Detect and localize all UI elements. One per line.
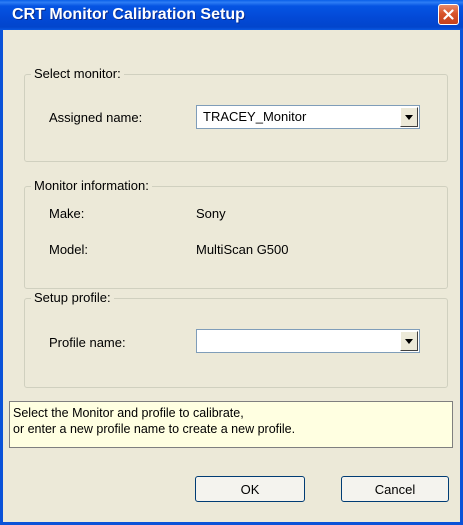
monitor-information-group: Monitor information: bbox=[24, 178, 448, 289]
dialog-window: CRT Monitor Calibration Setup Select mon… bbox=[0, 0, 463, 525]
dialog-body: Select monitor: Assigned name: TRACEY_Mo… bbox=[3, 30, 460, 522]
assigned-name-label: Assigned name: bbox=[49, 110, 143, 125]
profile-name-dropdown[interactable] bbox=[196, 329, 420, 353]
cancel-button[interactable]: Cancel bbox=[341, 476, 449, 502]
hint-line-2: or enter a new profile name to create a … bbox=[13, 422, 296, 436]
profile-name-label: Profile name: bbox=[49, 335, 126, 350]
hint-box: Select the Monitor and profile to calibr… bbox=[9, 401, 453, 448]
assigned-name-value: TRACEY_Monitor bbox=[203, 109, 307, 124]
chevron-down-icon[interactable] bbox=[400, 107, 418, 127]
make-value: Sony bbox=[196, 206, 226, 221]
hint-line-1: Select the Monitor and profile to calibr… bbox=[13, 406, 244, 420]
title-bar[interactable]: CRT Monitor Calibration Setup bbox=[0, 0, 463, 30]
window-title: CRT Monitor Calibration Setup bbox=[12, 6, 245, 23]
close-button[interactable] bbox=[438, 4, 459, 25]
select-monitor-title: Select monitor: bbox=[31, 66, 124, 81]
model-label: Model: bbox=[49, 242, 89, 257]
ok-button[interactable]: OK bbox=[195, 476, 305, 502]
close-icon bbox=[443, 9, 454, 20]
setup-profile-title: Setup profile: bbox=[31, 290, 114, 305]
make-label: Make: bbox=[49, 206, 85, 221]
monitor-information-title: Monitor information: bbox=[31, 178, 152, 193]
assigned-name-dropdown[interactable]: TRACEY_Monitor bbox=[196, 105, 420, 129]
chevron-down-icon[interactable] bbox=[400, 331, 418, 351]
model-value: MultiScan G500 bbox=[196, 242, 289, 257]
